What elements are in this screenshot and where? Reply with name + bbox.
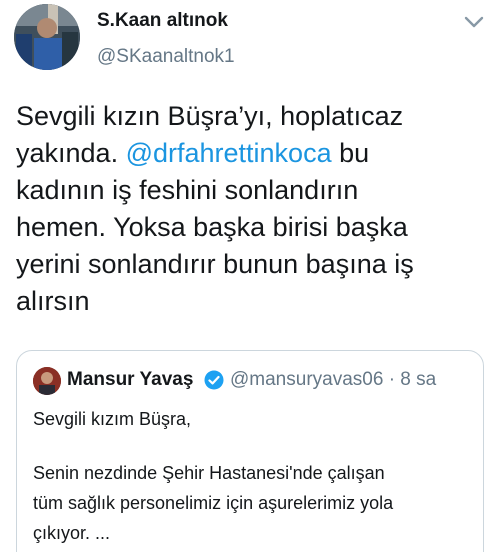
tweet-text-line: Sevgili kızın Büşra’yı, hoplatıcaz [16, 101, 404, 131]
tweet-text: Sevgili kızın Büşra’yı, hoplatıcaz yakın… [16, 98, 486, 320]
tweet-text-line: yerini sonlandırır bunun başına iş [16, 249, 414, 279]
quoted-tweet[interactable]: Mansur Yavaş @mansuryavas06 · 8 sa Sevgi… [16, 350, 484, 552]
tweet-text-line: kadının iş feshini sonlandırın [16, 175, 359, 205]
mention-link[interactable]: @drfahrettinkoca [126, 138, 332, 168]
tweet-card: S.Kaan altınok @SKaanaltnok1 Sevgili kız… [0, 0, 499, 552]
quoted-text-line: Sevgili kızım Büşra, [33, 409, 192, 429]
quoted-text-line: tüm sağlık personelimiz için aşurelerimi… [33, 493, 394, 513]
tweet-text-line: alırsın [16, 286, 90, 316]
tweet-text-line: yakında. @drfahrettinkoca bu [16, 135, 486, 172]
chevron-down-icon[interactable] [463, 14, 485, 30]
quoted-author-name[interactable]: Mansur Yavaş [67, 369, 193, 391]
tweet-text-segment: bu [331, 138, 370, 168]
author-name[interactable]: S.Kaan altınok [97, 10, 228, 32]
tweet-text-segment: yakında. [16, 138, 126, 168]
tweet-text-line: hemen. Yoksa başka birisi başka [16, 212, 408, 242]
quoted-author-avatar[interactable] [33, 367, 61, 395]
quoted-author-handle-time[interactable]: @mansuryavas06 · 8 sa [230, 369, 436, 391]
quoted-text-line: çıkıyor. ... [33, 523, 111, 543]
author-handle[interactable]: @SKaanaltnok1 [97, 46, 235, 68]
verified-badge-icon [204, 370, 224, 390]
author-avatar[interactable] [14, 4, 80, 70]
quoted-text-line: Senin nezdinde Şehir Hastanesi'nde çalış… [33, 463, 385, 483]
